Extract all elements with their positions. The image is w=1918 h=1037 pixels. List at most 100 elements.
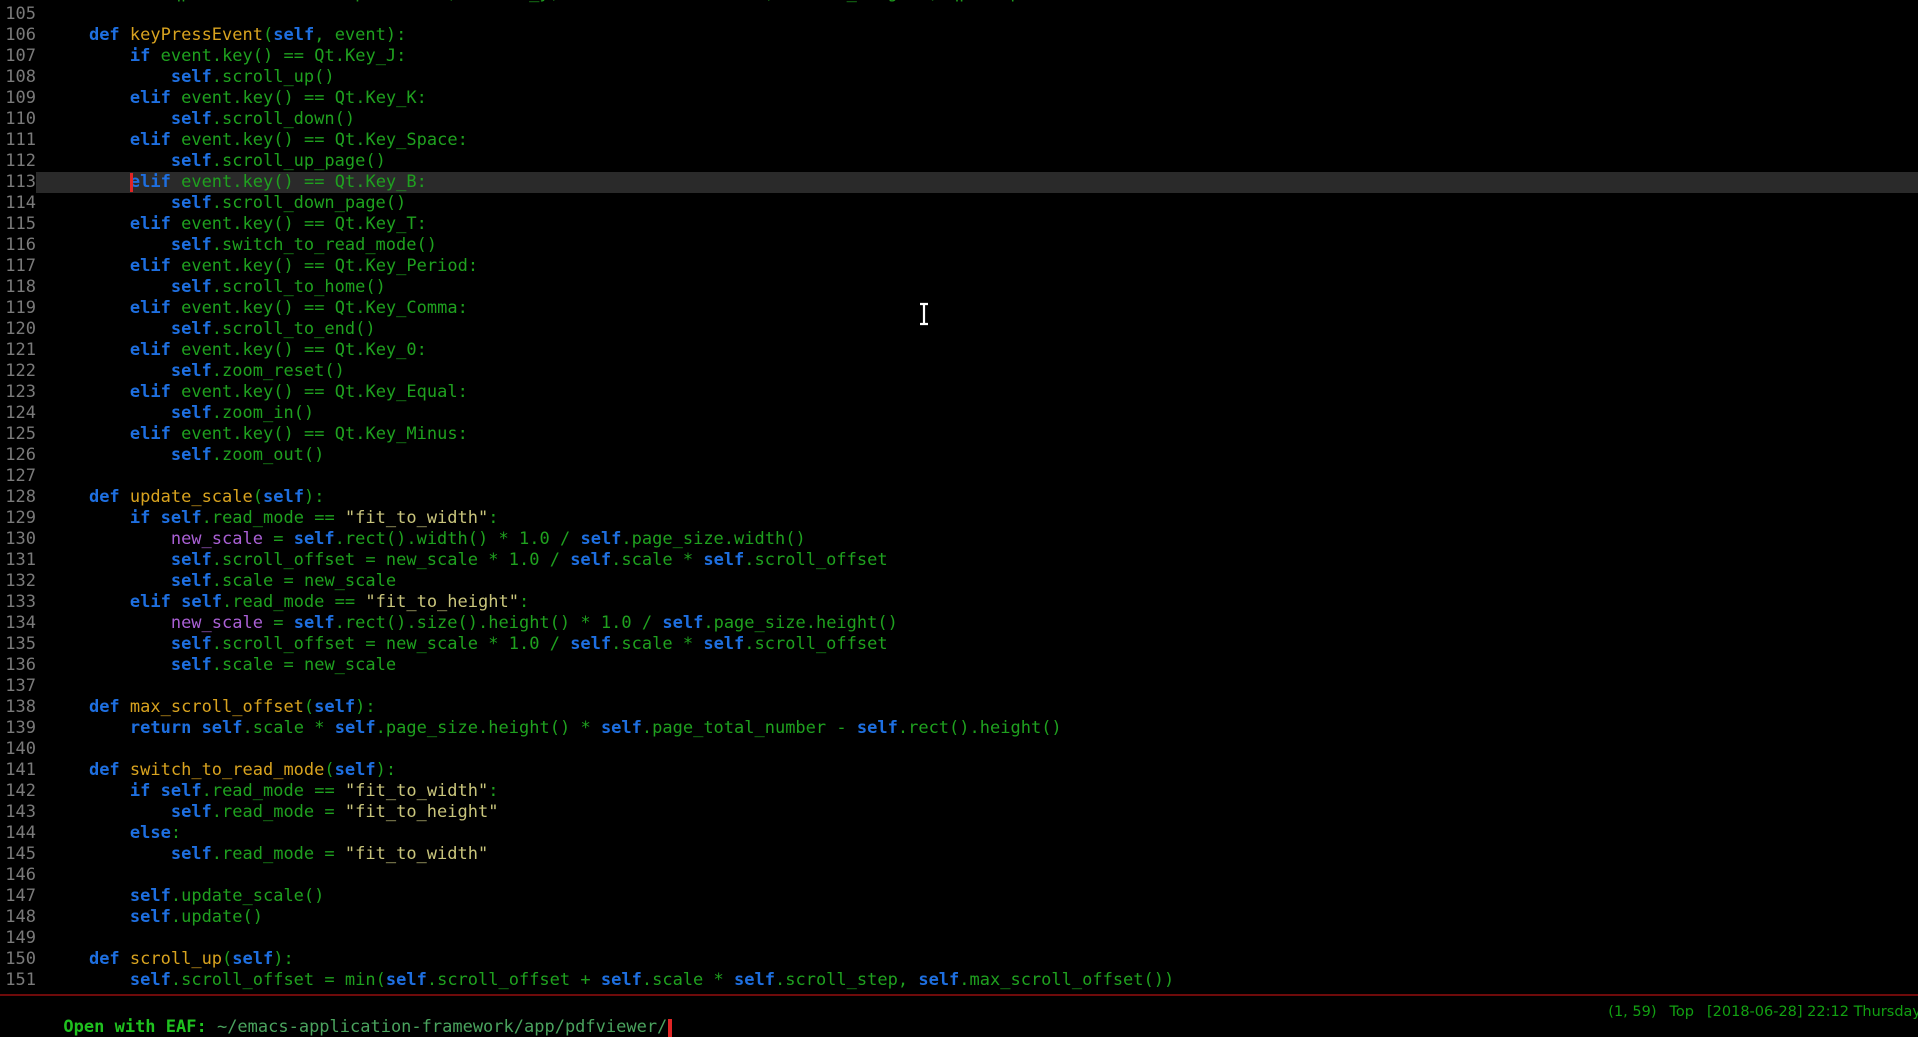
code-line[interactable]: 150 def scroll_up(self): [0,949,1918,970]
line-number: 121 [0,340,36,361]
code-line[interactable]: 137 [0,676,1918,697]
code-line[interactable]: 121 elif event.key() == Qt.Key_0: [0,340,1918,361]
code-text: self.scroll_up_page() [36,151,1918,172]
code-text [36,676,1918,697]
code-line[interactable]: 118 self.scroll_to_home() [0,277,1918,298]
code-text: self.zoom_in() [36,403,1918,424]
code-buffer[interactable]: qpainter.drawPixmap(QRect(0, render_y, s… [0,0,1918,991]
code-text: elif event.key() == Qt.Key_Minus: [36,424,1918,445]
code-line[interactable]: 114 self.scroll_down_page() [0,193,1918,214]
code-line[interactable]: 131 self.scroll_offset = new_scale * 1.0… [0,550,1918,571]
line-number: 128 [0,487,36,508]
line-number: 113 [0,172,36,193]
line-number: 146 [0,865,36,886]
code-line[interactable]: 135 self.scroll_offset = new_scale * 1.0… [0,634,1918,655]
code-text: elif event.key() == Qt.Key_0: [36,340,1918,361]
code-text: new_scale = self.rect().size().height() … [36,613,1918,634]
code-line[interactable]: 141 def switch_to_read_mode(self): [0,760,1918,781]
text-cursor [130,173,133,192]
line-number: 109 [0,88,36,109]
line-number: 125 [0,424,36,445]
code-line[interactable]: 122 self.zoom_reset() [0,361,1918,382]
code-line[interactable]: 126 self.zoom_out() [0,445,1918,466]
line-number: 148 [0,907,36,928]
line-number: 135 [0,634,36,655]
code-line[interactable]: 142 if self.read_mode == "fit_to_width": [0,781,1918,802]
code-line[interactable]: 140 [0,739,1918,760]
line-number: 115 [0,214,36,235]
minibuffer-input[interactable]: ~/emacs-application-framework/app/pdfvie… [217,1017,667,1037]
code-line[interactable]: 149 [0,928,1918,949]
line-number: 140 [0,739,36,760]
code-text [36,4,1918,25]
line-number: 116 [0,235,36,256]
code-line[interactable]: 123 elif event.key() == Qt.Key_Equal: [0,382,1918,403]
line-number: 139 [0,718,36,739]
line-number: 118 [0,277,36,298]
code-line[interactable]: 112 self.scroll_up_page() [0,151,1918,172]
line-number: 120 [0,319,36,340]
line-number: 107 [0,46,36,67]
tray-cursor-position: (1, 59) [1608,1004,1656,1020]
code-line[interactable]: 119 elif event.key() == Qt.Key_Comma: [0,298,1918,319]
code-line[interactable]: 124 self.zoom_in() [0,403,1918,424]
code-line[interactable]: 127 [0,466,1918,487]
line-number: 112 [0,151,36,172]
code-line[interactable]: 125 elif event.key() == Qt.Key_Minus: [0,424,1918,445]
code-line[interactable]: 113 elif event.key() == Qt.Key_B: [0,172,1918,193]
code-line[interactable]: 116 self.switch_to_read_mode() [0,235,1918,256]
code-text: else: [36,823,1918,844]
code-line[interactable]: 130 new_scale = self.rect().width() * 1.… [0,529,1918,550]
tray-datetime: [2018-06-28] 22:12 Thursday [1707,1004,1918,1020]
code-line[interactable]: 147 self.update_scale() [0,886,1918,907]
line-number: 141 [0,760,36,781]
code-line[interactable]: 144 else: [0,823,1918,844]
code-line[interactable]: 132 self.scale = new_scale [0,571,1918,592]
code-line[interactable]: 105 [0,4,1918,25]
line-number: 145 [0,844,36,865]
code-text: self.read_mode = "fit_to_height" [36,802,1918,823]
line-number: 144 [0,823,36,844]
code-line[interactable]: 110 self.scroll_down() [0,109,1918,130]
code-line[interactable]: 109 elif event.key() == Qt.Key_K: [0,88,1918,109]
code-line[interactable]: 106 def keyPressEvent(self, event): [0,25,1918,46]
line-number: 117 [0,256,36,277]
code-text: new_scale = self.rect().width() * 1.0 / … [36,529,1918,550]
code-line[interactable]: 143 self.read_mode = "fit_to_height" [0,802,1918,823]
code-line[interactable]: 107 if event.key() == Qt.Key_J: [0,46,1918,67]
code-text: def switch_to_read_mode(self): [36,760,1918,781]
code-text: self.scroll_offset = new_scale * 1.0 / s… [36,634,1918,655]
code-line[interactable]: 148 self.update() [0,907,1918,928]
line-number: 137 [0,676,36,697]
code-text: self.read_mode = "fit_to_width" [36,844,1918,865]
line-number: 129 [0,508,36,529]
line-number: 114 [0,193,36,214]
code-line[interactable]: 111 elif event.key() == Qt.Key_Space: [0,130,1918,151]
code-text: self.update() [36,907,1918,928]
code-line[interactable]: 115 elif event.key() == Qt.Key_T: [0,214,1918,235]
code-line[interactable]: 134 new_scale = self.rect().size().heigh… [0,613,1918,634]
code-text: self.scroll_to_end() [36,319,1918,340]
code-text: self.zoom_out() [36,445,1918,466]
code-line[interactable]: 129 if self.read_mode == "fit_to_width": [0,508,1918,529]
code-line[interactable]: 133 elif self.read_mode == "fit_to_heigh… [0,592,1918,613]
code-line[interactable]: 128 def update_scale(self): [0,487,1918,508]
code-text: self.scroll_offset = new_scale * 1.0 / s… [36,550,1918,571]
code-line[interactable]: 117 elif event.key() == Qt.Key_Period: [0,256,1918,277]
code-line[interactable]: 146 [0,865,1918,886]
code-line[interactable]: 120 self.scroll_to_end() [0,319,1918,340]
code-text [36,466,1918,487]
awesome-tray: (1, 59)Top[2018-06-28] 22:12 Thursday [1568,988,1918,1036]
code-text: def keyPressEvent(self, event): [36,25,1918,46]
code-line[interactable]: 136 self.scale = new_scale [0,655,1918,676]
code-text: self.zoom_reset() [36,361,1918,382]
code-text: self.scale = new_scale [36,655,1918,676]
code-text: self.scroll_down_page() [36,193,1918,214]
code-line[interactable]: 139 return self.scale * self.page_size.h… [0,718,1918,739]
code-line[interactable]: 138 def max_scroll_offset(self): [0,697,1918,718]
line-number: 136 [0,655,36,676]
code-text: return self.scale * self.page_size.heigh… [36,718,1918,739]
code-line[interactable]: 145 self.read_mode = "fit_to_width" [0,844,1918,865]
code-text: def max_scroll_offset(self): [36,697,1918,718]
code-line[interactable]: 108 self.scroll_up() [0,67,1918,88]
